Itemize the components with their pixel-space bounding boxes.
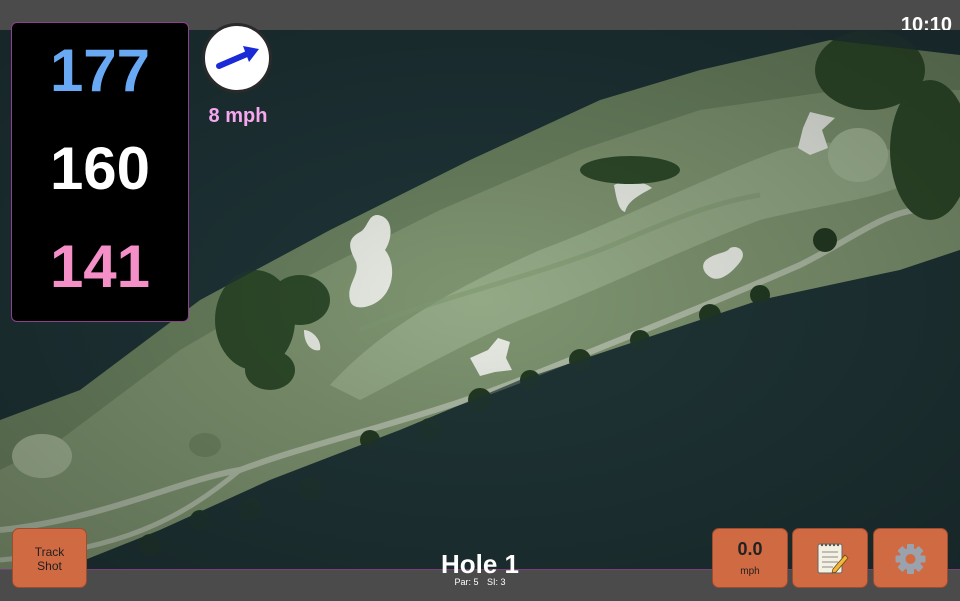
speed-value: 0.0 xyxy=(737,539,763,559)
distance-panel: 177 160 141 xyxy=(11,22,189,322)
speed-button[interactable]: 0.0 mph xyxy=(712,528,788,588)
hole-info: Par: 5 SI: 3 xyxy=(380,577,580,587)
notepad-icon xyxy=(817,543,849,574)
par-label: Par: 5 xyxy=(454,577,479,587)
front-of-green-distance: 141 xyxy=(49,233,151,300)
stroke-index-label: SI: 3 xyxy=(487,577,506,587)
wind-arrow-icon xyxy=(216,46,259,69)
wind-speed-label: 8 mph xyxy=(208,105,268,127)
track-shot-button[interactable]: Track Shot xyxy=(12,528,87,588)
notes-button[interactable] xyxy=(792,528,868,588)
settings-button[interactable] xyxy=(873,528,948,588)
track-shot-label: Track Shot xyxy=(13,545,86,573)
hole-title: Hole 1 xyxy=(440,549,520,579)
middle-of-green-distance: 160 xyxy=(49,135,151,202)
back-of-green-distance: 177 xyxy=(49,37,151,104)
gear-icon xyxy=(895,544,926,574)
track-shot-label-line2: Shot xyxy=(37,559,62,573)
speed-unit: mph xyxy=(740,566,760,577)
track-shot-label-line1: Track xyxy=(34,545,65,559)
wind-indicator xyxy=(202,23,272,93)
